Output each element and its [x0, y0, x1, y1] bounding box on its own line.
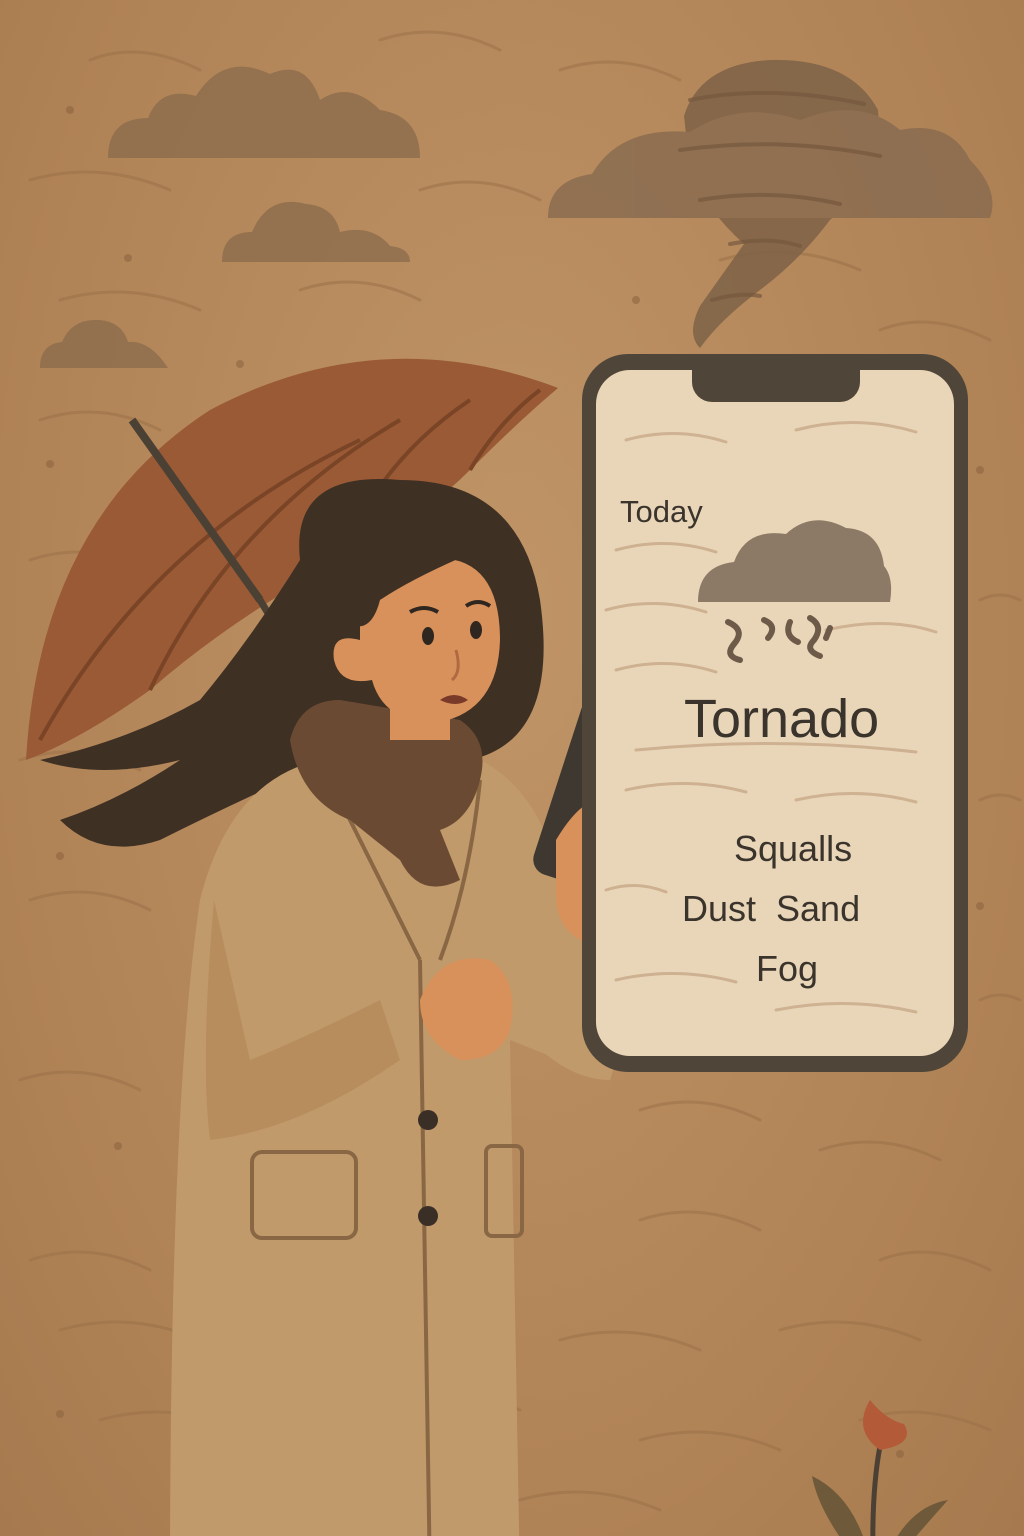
cloud-small-icon	[222, 201, 410, 262]
condition-item: Fog	[756, 948, 819, 989]
phone-notch	[692, 370, 860, 402]
flower-icon	[812, 1400, 948, 1536]
illustration-scene: Today Tornado Squalls Dust Sand Fog	[0, 0, 1024, 1536]
condition-item: Dust Sand	[682, 888, 861, 929]
day-label: Today	[620, 494, 703, 529]
cloud-top-left-icon	[108, 66, 420, 158]
main-condition: Tornado	[684, 689, 880, 749]
cloud-left-icon	[40, 319, 168, 368]
condition-item: Squalls	[734, 828, 853, 869]
tornado-icon	[548, 59, 993, 348]
phone-screen: Today Tornado Squalls Dust Sand Fog	[596, 370, 954, 1056]
coat	[170, 760, 610, 1536]
cloud-wind-icon	[698, 520, 892, 663]
phone-device: Today Tornado Squalls Dust Sand Fog	[582, 354, 968, 1072]
